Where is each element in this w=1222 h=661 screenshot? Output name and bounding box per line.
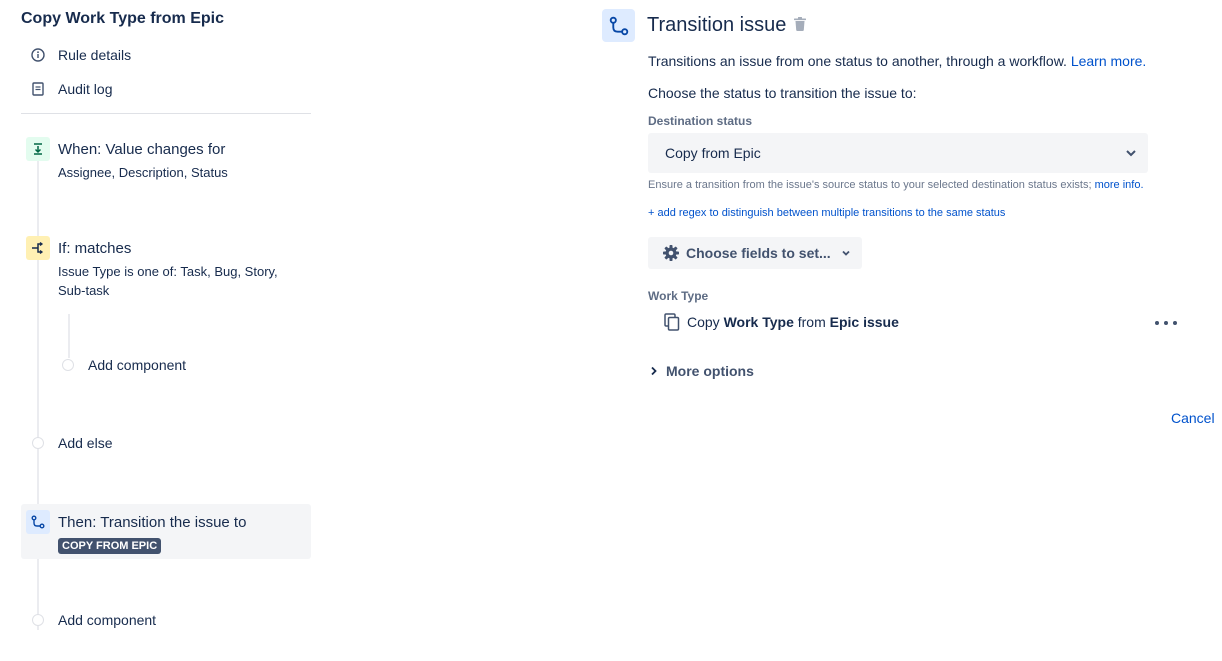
work-type-middle: from xyxy=(797,314,826,330)
destination-status-value: Copy from Epic xyxy=(665,145,761,161)
panel-description: Transitions an issue from one status to … xyxy=(648,53,1146,69)
nav-audit-log-label: Audit log xyxy=(58,81,113,97)
add-regex-link[interactable]: + add regex to distinguish between multi… xyxy=(648,207,1005,219)
trash-icon[interactable] xyxy=(794,17,808,33)
more-actions-icon[interactable] xyxy=(1155,315,1177,331)
work-type-field: Work Type xyxy=(723,314,794,330)
rule-title: Copy Work Type from Epic xyxy=(21,10,224,27)
copy-icon xyxy=(664,313,680,331)
info-icon xyxy=(30,47,46,63)
destination-status-select[interactable]: Copy from Epic xyxy=(648,133,1148,173)
trigger-subtitle: Assignee, Description, Status xyxy=(58,165,228,180)
condition-title[interactable]: If: matches xyxy=(58,240,131,257)
value-changes-icon xyxy=(26,137,50,161)
status-lozenge: COPY FROM EPIC xyxy=(58,538,162,554)
chevron-down-icon xyxy=(1124,146,1138,160)
add-component-condition-label: Add component xyxy=(88,357,187,373)
trigger-title[interactable]: When: Value changes for xyxy=(58,141,225,158)
cancel-button[interactable]: Cancel xyxy=(1171,410,1215,426)
learn-more-link[interactable]: Learn more. xyxy=(1071,53,1146,69)
more-options-label: More options xyxy=(666,363,754,379)
action-title: Then: Transition the issue to xyxy=(58,514,247,531)
nav-rule-details-label: Rule details xyxy=(58,47,132,63)
chevron-right-icon xyxy=(650,366,658,376)
work-type-label: Work Type xyxy=(648,289,709,303)
panel-title: Transition issue xyxy=(647,14,787,36)
nav-rule-details[interactable]: Rule details xyxy=(30,44,131,66)
helper-text: Ensure a transition from the issue's sou… xyxy=(648,179,1144,191)
chevron-down-icon xyxy=(841,248,851,258)
more-info-link[interactable]: more info. xyxy=(1095,179,1144,191)
gear-icon xyxy=(662,244,680,262)
node-dot xyxy=(32,437,44,449)
work-type-source: Epic issue xyxy=(829,314,899,330)
destination-status-label: Destination status xyxy=(648,114,753,128)
condition-subtitle: Issue Type is one of: Task, Bug, Story, … xyxy=(58,264,278,298)
add-component-bottom[interactable]: Add component xyxy=(32,612,156,628)
node-dot xyxy=(32,614,44,626)
transition-icon xyxy=(26,510,50,534)
description-text: Transitions an issue from one status to … xyxy=(648,53,1067,69)
choose-status-label: Choose the status to transition the issu… xyxy=(648,85,917,101)
transition-icon xyxy=(602,9,635,42)
add-component-bottom-label: Add component xyxy=(58,612,157,628)
add-else-label: Add else xyxy=(58,435,113,451)
node-dot xyxy=(62,359,74,371)
flow-rail xyxy=(37,160,39,630)
more-options-toggle[interactable]: More options xyxy=(650,363,754,379)
add-component-condition[interactable]: Add component xyxy=(62,357,186,373)
document-icon xyxy=(30,81,46,97)
work-type-row: Copy Work Type from Epic issue xyxy=(664,313,899,331)
choose-fields-label: Choose fields to set... xyxy=(686,245,831,261)
branch-icon xyxy=(26,236,50,260)
condition-rail xyxy=(68,314,70,358)
add-else[interactable]: Add else xyxy=(32,435,112,451)
nav-audit-log[interactable]: Audit log xyxy=(30,78,112,100)
sidebar-divider xyxy=(21,113,311,114)
helper-text-body: Ensure a transition from the issue's sou… xyxy=(648,179,1092,191)
work-type-prefix: Copy xyxy=(687,314,720,330)
choose-fields-button[interactable]: Choose fields to set... xyxy=(648,237,862,269)
